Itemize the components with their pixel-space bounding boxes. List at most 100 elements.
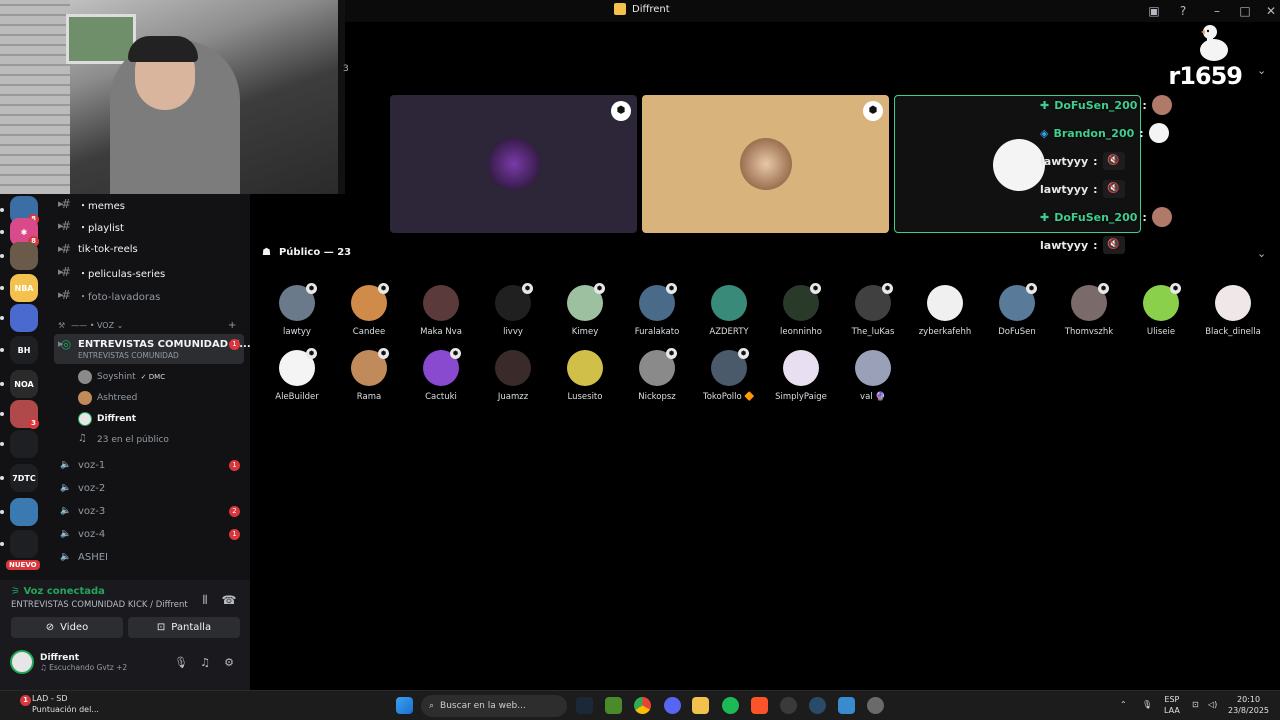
voice-channel[interactable]: 🔈 ASHEI	[58, 547, 108, 567]
video-button[interactable]: ⊘ Video	[11, 617, 123, 638]
close-button[interactable]: ✕	[1262, 2, 1280, 20]
chat-sep: :	[1142, 98, 1147, 112]
audience-member[interactable]: ⬢ Nickopsz	[621, 348, 693, 410]
audience-member[interactable]: val 🔮	[837, 350, 909, 410]
audience-member[interactable]: zyberkafehh	[909, 285, 981, 345]
server-icon[interactable]	[10, 530, 38, 558]
headphones-icon[interactable]: ♫	[198, 656, 212, 670]
app-icon[interactable]	[780, 697, 797, 714]
nuevo-badge[interactable]: NUEVO	[6, 560, 40, 570]
stage-user[interactable]: Ashtreed	[78, 389, 137, 407]
voice-channel[interactable]: 🔈 voz-4	[58, 524, 105, 544]
user-panel[interactable]: Diffrent ♫ Escuchando Gvtz +2	[10, 650, 127, 674]
noise-suppression-icon[interactable]: ⦀	[196, 591, 214, 609]
avatar[interactable]	[10, 650, 34, 674]
stage-user[interactable]: Diffrent	[78, 410, 136, 428]
screen-share-icon: ⊡	[156, 622, 166, 633]
audience-member[interactable]: ⬢ leonninho	[765, 283, 837, 345]
audience-member[interactable]: AZDERTY	[693, 285, 765, 345]
audience-member[interactable]: ⬢ DoFuSen	[981, 283, 1053, 345]
audience-member[interactable]: SimplyPaige	[765, 350, 837, 410]
avatar	[927, 285, 963, 321]
network-icon[interactable]: ⊡	[1192, 699, 1199, 710]
minecraft-icon[interactable]	[605, 697, 622, 714]
audience-member[interactable]: Black_dinella	[1197, 285, 1269, 345]
voice-channel-name: voz-3	[78, 505, 106, 517]
collapse-chevron-icon[interactable]: ⌄	[1257, 64, 1266, 77]
maximize-button[interactable]: □	[1236, 2, 1254, 20]
microphone-icon[interactable]: 🎙	[174, 656, 188, 670]
tray-chevron-icon[interactable]: ⌃	[1120, 699, 1127, 710]
voice-channel[interactable]: 🔈 voz-1	[58, 455, 105, 475]
audience-member[interactable]: ⬢ TokoPollo 🔶	[693, 348, 765, 410]
audience-member[interactable]: ⬢ The_luKas	[837, 283, 909, 345]
discord-icon[interactable]	[664, 697, 681, 714]
disconnect-icon[interactable]: ☎	[220, 591, 238, 609]
audience-member[interactable]: Maka Nva	[405, 285, 477, 345]
clock-time: 20:10	[1236, 695, 1261, 704]
channel-item[interactable]: ▶ # tik-tok-reels	[58, 239, 138, 259]
server-icon[interactable]	[10, 304, 38, 332]
voice-status[interactable]: ⚞ Voz conectada	[11, 586, 105, 597]
windows-start-icon[interactable]	[396, 697, 413, 714]
settings-gear-icon[interactable]: ⚙	[222, 656, 236, 670]
server-icon[interactable]: NOA	[10, 370, 38, 398]
volume-icon[interactable]: ◁)	[1208, 699, 1217, 710]
speaker-tile[interactable]: ⬢	[642, 95, 889, 233]
notepad-icon[interactable]	[838, 697, 855, 714]
chrome-icon[interactable]	[634, 697, 651, 714]
voice-category[interactable]: ⚒ —— • VOZ ⌄	[58, 315, 123, 335]
moderator-icon: ⬢	[450, 348, 461, 359]
channel-item[interactable]: ▶ # ・peliculas-series	[58, 262, 165, 282]
steam-icon[interactable]	[576, 697, 593, 714]
file-explorer-icon[interactable]	[692, 697, 709, 714]
server-icon[interactable]	[10, 498, 38, 526]
streamer-cap	[128, 36, 198, 62]
server-icon[interactable]: BH	[10, 336, 38, 364]
brave-icon[interactable]	[751, 697, 768, 714]
tray-mic-icon[interactable]: 🎙	[1142, 699, 1152, 710]
weather-widget[interactable]: 1 LAD - SD Puntuación del...	[14, 693, 99, 715]
audience-member[interactable]: ⬢ Furalakato	[621, 283, 693, 345]
channel-item[interactable]: ▶ # ・playlist	[58, 216, 124, 236]
inbox-icon[interactable]: ▣	[1145, 2, 1163, 20]
chat-sep: :	[1142, 210, 1147, 224]
clock[interactable]: 20:10 23/8/2025	[1228, 694, 1269, 716]
audience-member[interactable]: ⬢ Cactuki	[405, 348, 477, 410]
server-icon[interactable]: NBA	[10, 274, 38, 302]
add-channel-button[interactable]: +	[228, 315, 236, 335]
audience-member[interactable]: ⬢ livvy	[477, 283, 549, 345]
stage-user[interactable]: Soyshint ✓ DMC	[78, 368, 165, 386]
server-icon[interactable]	[10, 242, 38, 270]
taskbar-search[interactable]: ⌕ Buscar en la web...	[421, 695, 567, 717]
audience-member[interactable]: ⬢ AleBuilder	[261, 348, 333, 410]
audience-member[interactable]: ⬢ Uliseie	[1125, 283, 1197, 345]
channel-item[interactable]: ▶ # ・memes	[58, 194, 125, 214]
screen-share-button[interactable]: ⊡ Pantalla	[128, 617, 240, 638]
speaker-tile[interactable]: ⬢	[390, 95, 637, 233]
settings-icon[interactable]	[867, 697, 884, 714]
audience-member[interactable]: ⬢ Rama	[333, 348, 405, 410]
language-indicator[interactable]: ESP LAA	[1164, 694, 1180, 716]
voice-channel[interactable]: 🔈 voz-3	[58, 501, 105, 521]
audience-member[interactable]: ⬢ Candee	[333, 283, 405, 345]
spotify-icon[interactable]	[722, 697, 739, 714]
stage-user[interactable]: ♫ 23 en el público	[78, 431, 169, 449]
voice-channel[interactable]: 🔈 voz-2	[58, 478, 105, 498]
server-icon[interactable]	[10, 430, 38, 458]
minimize-button[interactable]: –	[1208, 2, 1226, 20]
channel-item[interactable]: ▶ # ・foto-lavadoras	[58, 285, 160, 305]
audience-member[interactable]: Lusesito	[549, 350, 621, 410]
avatar	[711, 285, 747, 321]
audience-member[interactable]: ⬢ lawtyy	[261, 283, 333, 345]
help-icon[interactable]: ?	[1174, 2, 1192, 20]
app-icon[interactable]	[809, 697, 826, 714]
server-icon[interactable]: 7DTC	[10, 464, 38, 492]
audience-chevron-icon[interactable]: ⌄	[1257, 247, 1266, 260]
audience-member[interactable]: ⬢ Thomvszhk	[1053, 283, 1125, 345]
audience-member[interactable]: Juamzz	[477, 350, 549, 410]
audience-member[interactable]: ⬢ Kimey	[549, 283, 621, 345]
audience-name: Thomvszhk	[1064, 327, 1114, 337]
avatar	[78, 412, 92, 426]
audience-name: The_luKas	[851, 327, 895, 337]
